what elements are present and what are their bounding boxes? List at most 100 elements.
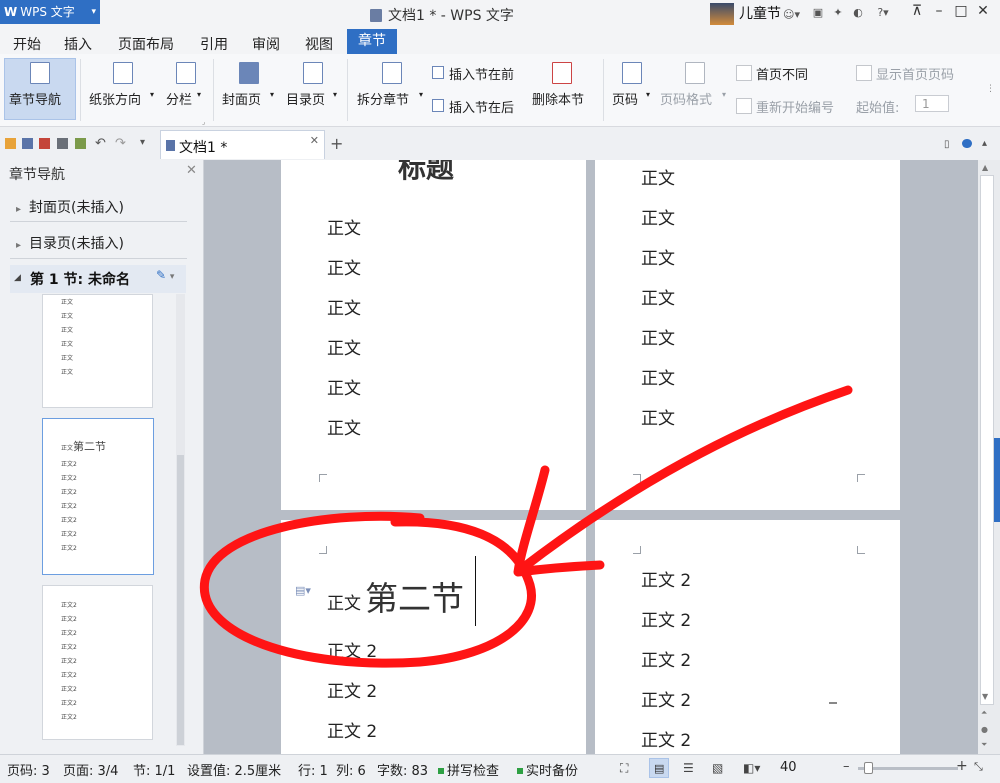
page-number-format-button[interactable]: 页码格式 — [660, 89, 712, 108]
skin-icon[interactable]: ▣ — [812, 7, 824, 19]
tab-references[interactable]: 引用 — [200, 34, 228, 54]
zoom-level[interactable]: 40 — [780, 760, 797, 775]
page-4[interactable]: 正文 2 正文 2 正文 2 正文 2 正文 2 — [595, 520, 900, 754]
new-tab-button[interactable]: + — [330, 134, 343, 153]
zoom-slider-handle[interactable] — [864, 762, 873, 774]
page-thumbnail-1[interactable]: 正文 正文 正文 正文 正文 正文 — [42, 294, 153, 408]
page-1[interactable]: 标题 正文 正文 正文 正文 正文 正文 — [281, 160, 586, 510]
restore-ribbon-icon[interactable]: ⊼ — [906, 3, 928, 19]
chevron-down-icon: ▾ — [333, 90, 338, 99]
web-view-icon[interactable]: ▧ — [712, 761, 723, 775]
spell-check-indicator-icon — [438, 768, 444, 774]
body-line: 正文 — [641, 369, 675, 389]
status-char-count[interactable]: 字数: 83 — [377, 760, 428, 779]
toc-page-button[interactable]: 目录页 — [286, 89, 325, 108]
cover-page-icon — [239, 62, 259, 84]
status-page[interactable]: 页面: 3/4 — [63, 760, 118, 779]
side-panel-toggle[interactable] — [994, 438, 1000, 522]
undo-icon[interactable]: ↶ — [95, 136, 106, 151]
help-icon[interactable]: ?▾ — [872, 7, 894, 19]
cover-page-button[interactable]: 封面页 — [222, 89, 261, 108]
rename-pencil-icon[interactable]: ✎ ▾ — [156, 268, 174, 282]
cloud-icon[interactable] — [962, 139, 972, 148]
expand-icon[interactable]: ▴ — [982, 138, 987, 149]
chevron-down-icon: ▾ — [722, 90, 727, 99]
tab-insert[interactable]: 插入 — [64, 34, 92, 54]
tab-home[interactable]: 开始 — [13, 34, 41, 54]
orientation-icon — [113, 62, 133, 84]
open-icon[interactable] — [5, 138, 16, 149]
ribbon-more-icon[interactable]: ⋮ — [986, 84, 995, 94]
insert-section-after-button[interactable]: 插入节在后 — [449, 97, 514, 116]
app-menu-button[interactable]: W WPS 文字 ▾ — [0, 0, 100, 24]
body-line: 正文 2 — [641, 611, 692, 631]
page-thumbnail-3[interactable]: 正文2 正文2 正文2 正文2 正文2 正文2 正文2 正文2 正文2 — [42, 585, 153, 740]
split-section-button[interactable]: 拆分章节 — [357, 89, 409, 108]
status-col[interactable]: 列: 6 — [336, 760, 366, 779]
restart-numbering-checkbox[interactable] — [736, 98, 752, 114]
export-pdf-icon[interactable] — [39, 138, 50, 149]
vertical-scroll-thumb[interactable] — [980, 175, 994, 705]
close-tab-icon[interactable]: ✕ — [310, 134, 319, 147]
zoom-slider[interactable] — [858, 767, 958, 770]
close-icon[interactable]: ✕ — [186, 163, 197, 178]
paragraph-marker-icon[interactable]: ▤▾ — [295, 584, 311, 597]
select-browse-icon[interactable]: ● — [981, 725, 988, 734]
zoom-in-icon[interactable]: + — [956, 758, 968, 774]
body-line: 正文 — [641, 409, 675, 429]
outline-view-icon[interactable]: ☰ — [683, 761, 694, 775]
spell-check-toggle[interactable]: 拼写检查 — [438, 760, 499, 779]
document-canvas[interactable]: 标题 正文 正文 正文 正文 正文 正文 正文 正文 正文 正文 正文 正文 正… — [204, 160, 978, 754]
page-3[interactable]: ▤▾ 正文 第二节 正文 2 正文 2 正文 2 — [281, 520, 586, 754]
delete-section-button[interactable]: 删除本节 — [532, 89, 584, 108]
prev-page-icon[interactable]: ⏶ — [981, 708, 987, 718]
sidebar-scroll-thumb[interactable] — [177, 455, 184, 745]
insert-section-before-button[interactable]: 插入节在前 — [449, 64, 514, 83]
print-icon[interactable] — [57, 138, 68, 149]
sidebar-item-toc[interactable]: 目录页(未插入) — [16, 233, 124, 253]
auto-backup-toggle[interactable]: 实时备份 — [517, 760, 578, 779]
document-tab[interactable]: 文档1 * ✕ — [160, 130, 325, 159]
close-button[interactable]: ✕ — [972, 3, 994, 19]
page-2[interactable]: 正文 正文 正文 正文 正文 正文 正文 — [595, 160, 900, 510]
maximize-button[interactable]: □ — [950, 3, 972, 19]
minimize-button[interactable]: – — [928, 3, 950, 19]
status-row[interactable]: 行: 1 — [298, 760, 328, 779]
shirt-icon[interactable]: ✦ — [832, 7, 844, 19]
quick-access-dropdown-icon[interactable]: ▾ — [140, 137, 145, 148]
scroll-down-icon[interactable]: ▼ — [982, 692, 988, 701]
tab-review[interactable]: 审阅 — [252, 34, 280, 54]
dialog-launcher-icon[interactable]: ⌟ — [202, 118, 205, 126]
next-page-icon[interactable]: ⏷ — [981, 740, 987, 750]
reading-view-icon[interactable]: ◧▾ — [743, 761, 760, 775]
fit-page-icon[interactable]: ⤡ — [974, 760, 983, 774]
sidebar-item-cover[interactable]: 封面页(未插入) — [16, 197, 124, 217]
body-line: 正文 — [641, 289, 675, 309]
doc-icon[interactable]: ▯ — [944, 139, 950, 150]
first-page-diff-checkbox[interactable] — [736, 65, 752, 81]
columns-button[interactable]: 分栏 — [166, 89, 192, 108]
page-end-marker — [829, 702, 837, 704]
redo-icon[interactable]: ↷ — [115, 136, 126, 151]
chevron-down-icon: ▾ — [197, 90, 202, 99]
zoom-out-icon[interactable]: – — [843, 759, 850, 774]
fullscreen-view-icon[interactable]: ⛶ — [620, 761, 628, 776]
page-number-button[interactable]: 页码 — [612, 89, 638, 108]
delete-section-icon — [552, 62, 572, 84]
print-preview-icon[interactable] — [75, 138, 86, 149]
status-setting[interactable]: 设置值: 2.5厘米 — [187, 760, 281, 779]
save-icon[interactable] — [22, 138, 33, 149]
tab-view[interactable]: 视图 — [305, 34, 333, 54]
status-section[interactable]: 节: 1/1 — [133, 760, 175, 779]
status-page-number[interactable]: 页码: 3 — [7, 760, 50, 779]
orientation-button[interactable]: 纸张方向 — [89, 89, 141, 108]
start-value-input[interactable]: 1 — [915, 95, 949, 112]
show-first-page-num-checkbox[interactable] — [856, 65, 872, 81]
chat-icon[interactable]: ◐ — [852, 7, 864, 19]
user-account[interactable]: 儿童节 ☺▾ — [710, 2, 800, 26]
expand-caret-icon[interactable]: ◢ — [14, 273, 21, 283]
page-thumbnail-2[interactable]: 正文第二节 正文2 正文2 正文2 正文2 正文2 正文2 正文2 — [42, 418, 154, 575]
tab-page-layout[interactable]: 页面布局 — [118, 34, 174, 54]
tab-chapter[interactable]: 章节 — [347, 29, 397, 54]
scroll-up-icon[interactable]: ▲ — [982, 163, 988, 172]
